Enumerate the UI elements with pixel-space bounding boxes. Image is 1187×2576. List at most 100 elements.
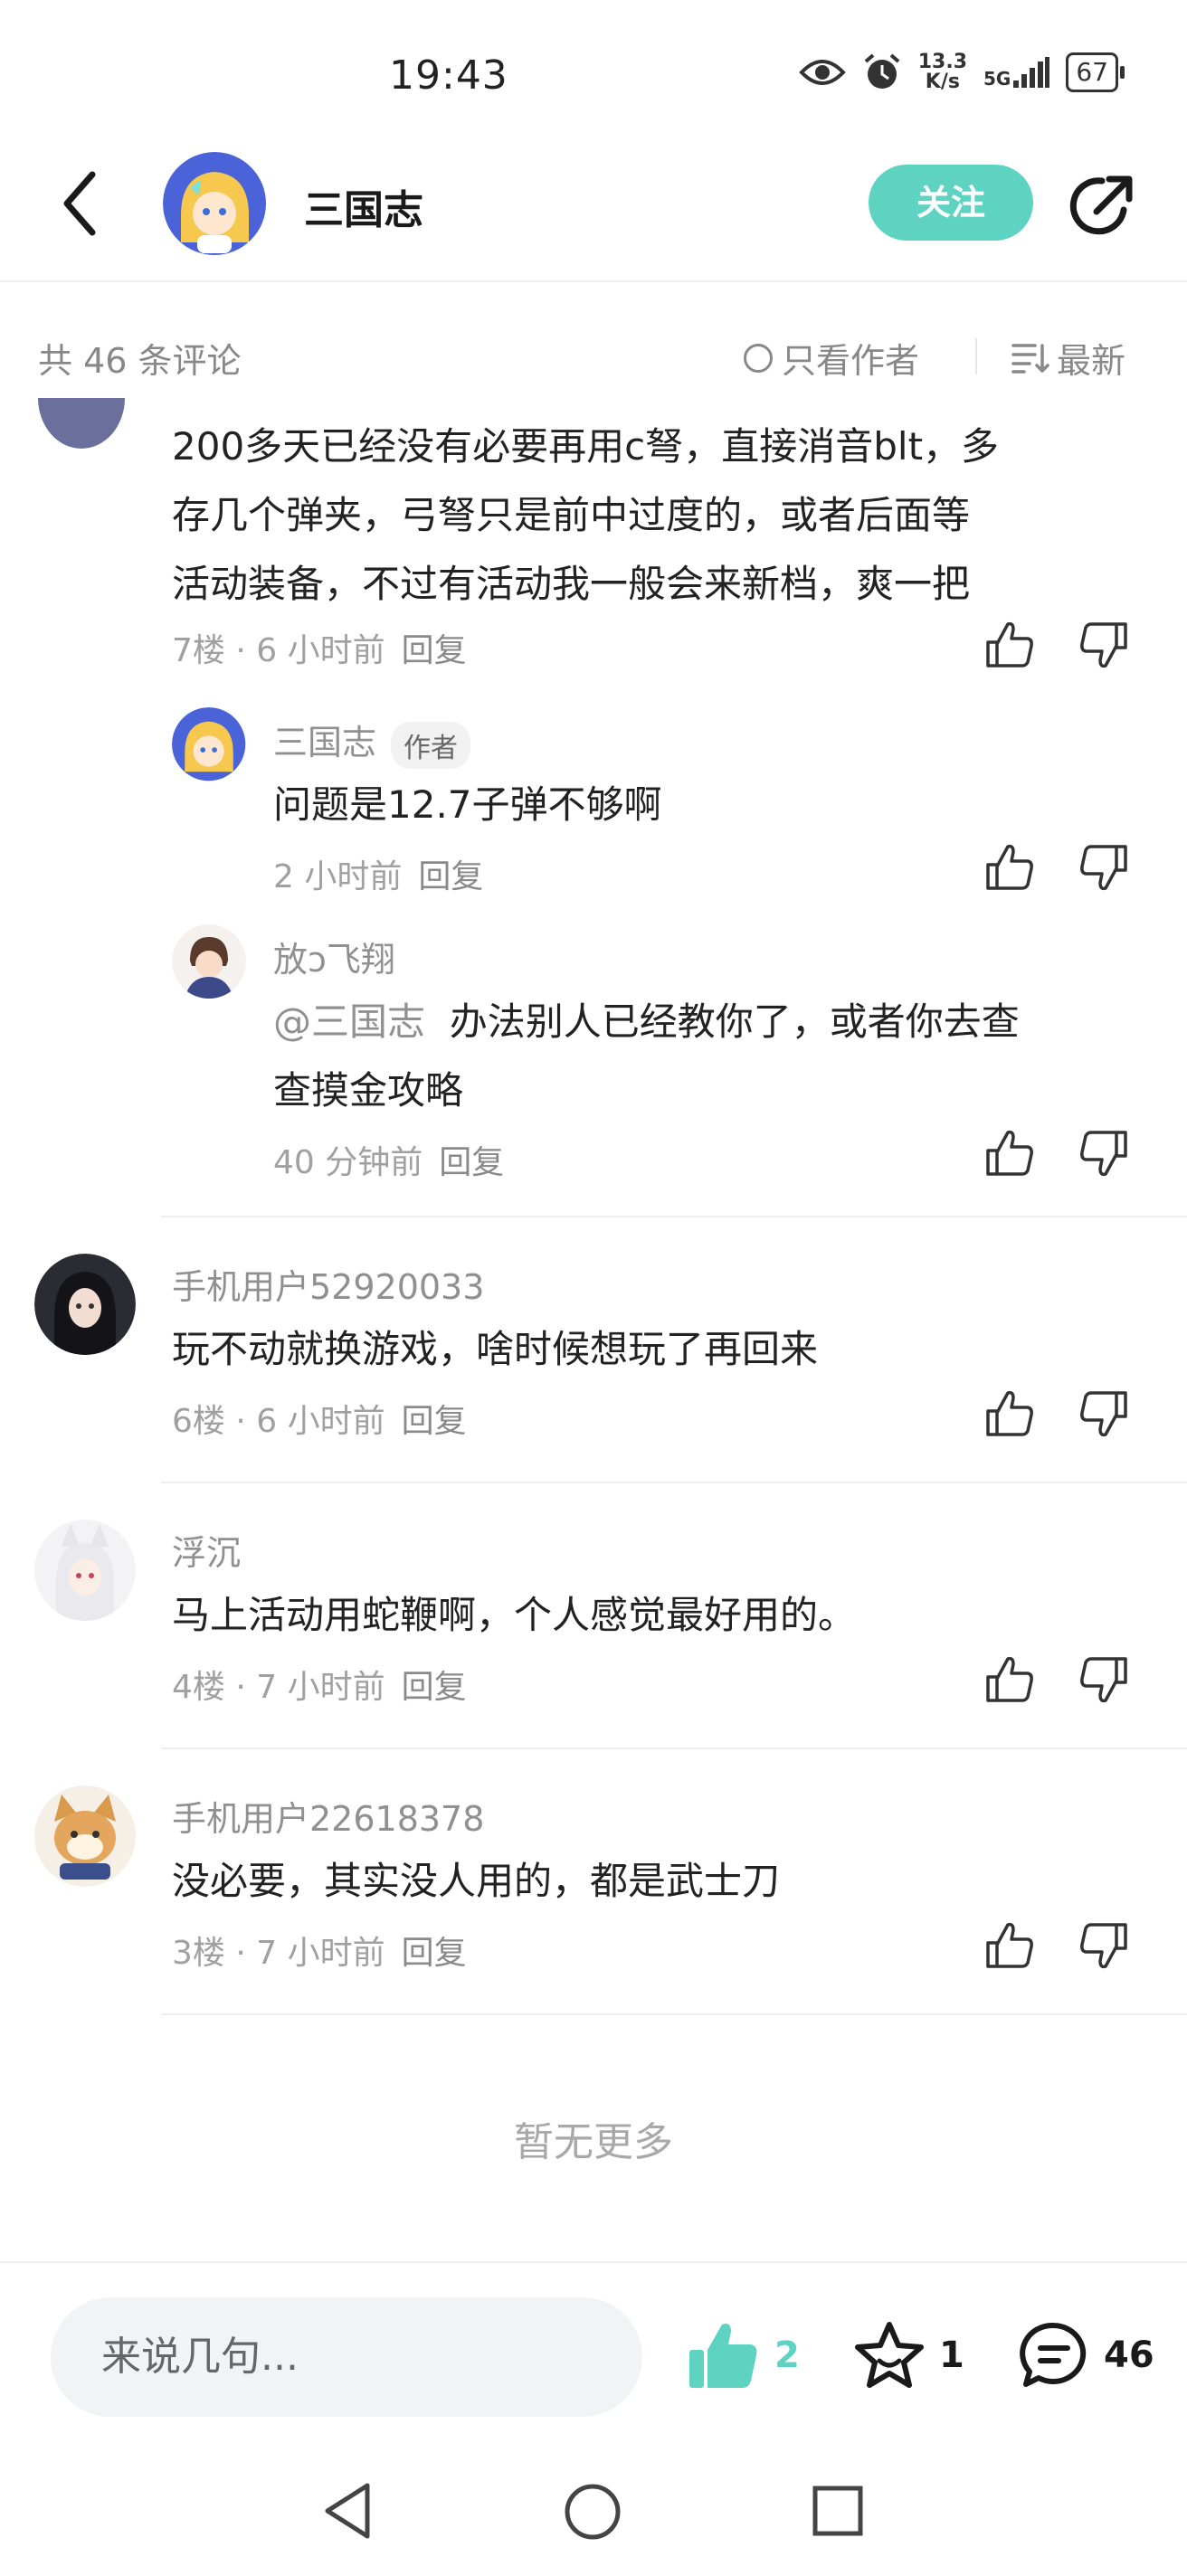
star-icon: [855, 2322, 924, 2388]
comment-divider: [161, 1216, 1187, 1217]
reply-button[interactable]: 回复: [418, 858, 483, 895]
comment-time: 6 小时前: [256, 1403, 385, 1440]
status-time: 19:43: [389, 52, 508, 99]
reply-text: 问题是12.7子弹不够啊: [273, 782, 662, 827]
nav-home-icon[interactable]: [563, 2482, 622, 2542]
comment-divider: [161, 1747, 1187, 1749]
like-icon[interactable]: [983, 841, 1035, 894]
like-action[interactable]: 2: [688, 2321, 800, 2390]
author-badge: 作者: [391, 721, 471, 769]
comment-time: 7 小时前: [256, 1669, 385, 1706]
comment-meta: 7楼 · 6 小时前 回复: [172, 632, 467, 669]
comment-text: 没必要，其实没人用的，都是武士刀: [172, 1859, 781, 1903]
nav-recents-icon[interactable]: [811, 2484, 865, 2538]
dislike-icon[interactable]: [1078, 1653, 1131, 1706]
no-more-label: 暂无更多: [514, 2119, 673, 2165]
signal-bars-icon: [1013, 57, 1050, 88]
thumbs-up-filled-icon: [689, 2324, 757, 2388]
bottom-divider: [0, 2261, 1187, 2263]
mention-link[interactable]: @三国志: [273, 999, 425, 1044]
comment-time: 6 小时前: [256, 632, 385, 669]
dislike-icon[interactable]: [1078, 841, 1131, 894]
follow-button[interactable]: 关注: [869, 165, 1033, 241]
reply-username[interactable]: 三国志 作者: [273, 715, 471, 769]
favorite-action[interactable]: 1: [854, 2321, 964, 2390]
comment-text: 200多天已经没有必要再用c弩，直接消音blt，多 存几个弹夹，弓弩只是前中过度…: [172, 412, 999, 619]
sort-icon: [1011, 343, 1049, 374]
radio-icon: [744, 343, 773, 373]
comment-count: 共 46 条评论: [38, 341, 242, 381]
like-icon[interactable]: [983, 1653, 1035, 1706]
header-avatar[interactable]: [163, 152, 267, 256]
reply-time: 40 分钟前: [273, 1144, 423, 1181]
comment-floor: 7楼: [172, 632, 225, 669]
comment-meta: 6楼 · 6 小时前 回复: [172, 1403, 467, 1440]
comment-input[interactable]: 来说几句...: [51, 2297, 642, 2417]
comment-text: 马上活动用蛇鞭啊，个人感觉最好用的。: [172, 1593, 857, 1637]
dislike-icon[interactable]: [1078, 1387, 1131, 1440]
nav-back-icon[interactable]: [318, 2478, 376, 2543]
eye-icon: [798, 60, 846, 85]
alarm-icon: [864, 53, 900, 89]
sort-button[interactable]: 最新: [1011, 333, 1125, 383]
reply-text-line: 查摸金攻略: [273, 1068, 464, 1113]
commenter-username[interactable]: 浮沉: [172, 1525, 241, 1575]
reply-time: 2 小时前: [273, 858, 403, 895]
commenter-username[interactable]: 手机用户22618378: [172, 1791, 484, 1841]
reply-button[interactable]: 回复: [402, 1669, 467, 1706]
page-title: 三国志: [304, 187, 423, 233]
like-icon[interactable]: [983, 1127, 1035, 1179]
comment-meta: 4楼 · 7 小时前 回复: [172, 1669, 467, 1706]
reply-meta: 2 小时前 回复: [273, 850, 483, 897]
comment-time: 7 小时前: [256, 1935, 385, 1972]
net-speed-unit: K/s: [925, 71, 960, 93]
net-speed-value: 13.3: [917, 51, 968, 73]
reply-text: @三国志 办法别人已经教你了，或者你去查 查摸金攻略: [273, 988, 1142, 1125]
dislike-icon[interactable]: [1078, 1919, 1131, 1972]
comment-text-line: 存几个弹夹，弓弩只是前中过度的，或者后面等: [172, 493, 971, 537]
reply-meta: 40 分钟前 回复: [273, 1136, 504, 1183]
only-author-label: 只看作者: [782, 341, 920, 381]
commenter-avatar[interactable]: [34, 1785, 136, 1887]
reply-avatar[interactable]: [172, 924, 246, 999]
battery-indicator: 67: [1066, 52, 1125, 92]
reply-username[interactable]: 放ↄ飞翔: [273, 932, 395, 981]
reply-button[interactable]: 回复: [402, 1935, 467, 1972]
like-count: 2: [774, 2334, 800, 2376]
comment-divider: [161, 1482, 1187, 1483]
commenter-avatar[interactable]: [34, 1254, 136, 1355]
comment-text-line: 活动装备，不过有活动我一般会来新档，爽一把: [172, 562, 971, 606]
reply-text-line: 办法别人已经教你了，或者你去查: [449, 999, 1020, 1044]
like-icon[interactable]: [983, 619, 1035, 671]
comment-bubble-icon: [1020, 2322, 1087, 2387]
comment-text: 玩不动就换游戏，啥时候想玩了再回来: [172, 1327, 819, 1371]
signal-label: 5G: [983, 68, 1011, 90]
favorite-count: 1: [939, 2334, 964, 2376]
comment-floor: 4楼: [172, 1669, 225, 1706]
share-icon[interactable]: [1066, 170, 1138, 242]
commenter-avatar[interactable]: [34, 1520, 136, 1621]
dislike-icon[interactable]: [1078, 1127, 1131, 1179]
header-divider: [0, 280, 1187, 282]
like-icon[interactable]: [983, 1387, 1035, 1440]
reply-name[interactable]: 三国志: [273, 723, 376, 762]
commenter-username[interactable]: 手机用户52920033: [172, 1259, 484, 1309]
comment-meta: 3楼 · 7 小时前 回复: [172, 1935, 467, 1972]
net-speed: 13.3 K/s: [918, 52, 967, 92]
only-author-toggle[interactable]: 只看作者: [744, 333, 919, 383]
dislike-icon[interactable]: [1078, 619, 1131, 671]
signal-indicator: 5G: [983, 57, 1050, 90]
comment-total: 46: [1104, 2334, 1154, 2376]
reply-button[interactable]: 回复: [439, 1144, 504, 1181]
reply-avatar[interactable]: [172, 707, 246, 781]
comment-action[interactable]: 46: [1019, 2321, 1154, 2390]
comment-divider: [161, 2013, 1187, 2015]
reply-button[interactable]: 回复: [402, 632, 467, 669]
filter-divider: [975, 338, 977, 374]
back-button[interactable]: [54, 167, 109, 240]
status-icons: 13.3 K/s 5G 67: [798, 52, 1125, 92]
commenter-avatar[interactable]: [38, 398, 125, 449]
reply-button[interactable]: 回复: [402, 1403, 467, 1440]
like-icon[interactable]: [983, 1919, 1035, 1972]
comment-floor: 3楼: [172, 1935, 225, 1972]
